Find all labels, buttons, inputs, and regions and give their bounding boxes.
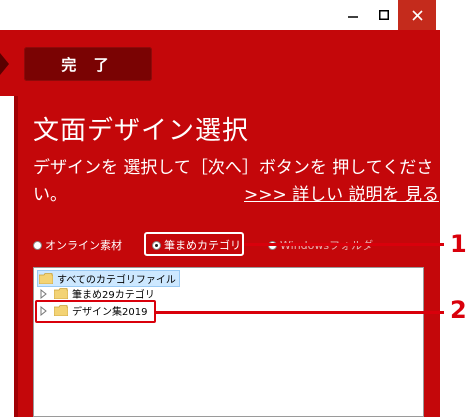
minimize-icon (348, 16, 358, 18)
detail-explanation-link[interactable]: >>> 詳しい 説明を 見る (244, 180, 439, 205)
left-border-shade (14, 96, 18, 417)
page-title: 文面デザイン選択 (33, 116, 250, 146)
radio-online-materials[interactable]: オンライン素材 (33, 237, 122, 253)
callout-highlight-2 (35, 300, 156, 323)
back-arrow-icon (0, 53, 9, 75)
close-icon (411, 9, 423, 21)
close-button[interactable] (398, 0, 436, 30)
callout-highlight-1 (144, 232, 244, 256)
radio-label: オンライン素材 (45, 239, 122, 252)
left-border (0, 96, 14, 417)
tree-item-label: 筆まめ29カテゴリ (72, 290, 155, 301)
tree-item-fudemame29[interactable]: 筆まめ29カテゴリ (38, 286, 155, 301)
radio-dot-icon (33, 240, 42, 250)
minimize-button[interactable] (336, 0, 370, 30)
title-bar (0, 0, 440, 30)
instruction-text-line2: い。 (33, 185, 67, 205)
callout-line-1 (244, 243, 444, 246)
tree-item-label: すべてのカテゴリファイル (57, 275, 176, 286)
instruction-text-line1: デザインを 選択して［次へ］ボタンを 押してくださ (33, 158, 434, 178)
tree-item-root[interactable]: すべてのカテゴリファイル (37, 270, 180, 287)
callout-number-1: 1 (450, 230, 467, 258)
app-window: 完 了 文面デザイン選択 デザインを 選択して［次へ］ボタンを 押してくださ い… (0, 0, 470, 417)
callout-line-2 (156, 311, 444, 314)
callout-number-2: 2 (450, 296, 467, 324)
maximize-icon (379, 10, 389, 20)
folder-icon (54, 288, 68, 299)
folder-icon (39, 273, 53, 284)
expand-arrow-icon (40, 288, 47, 299)
done-button[interactable]: 完 了 (24, 47, 152, 81)
category-tree[interactable]: すべてのカテゴリファイル 筆まめ29カテゴリ デザイン集2019 (33, 267, 424, 417)
maximize-button[interactable] (370, 0, 398, 30)
